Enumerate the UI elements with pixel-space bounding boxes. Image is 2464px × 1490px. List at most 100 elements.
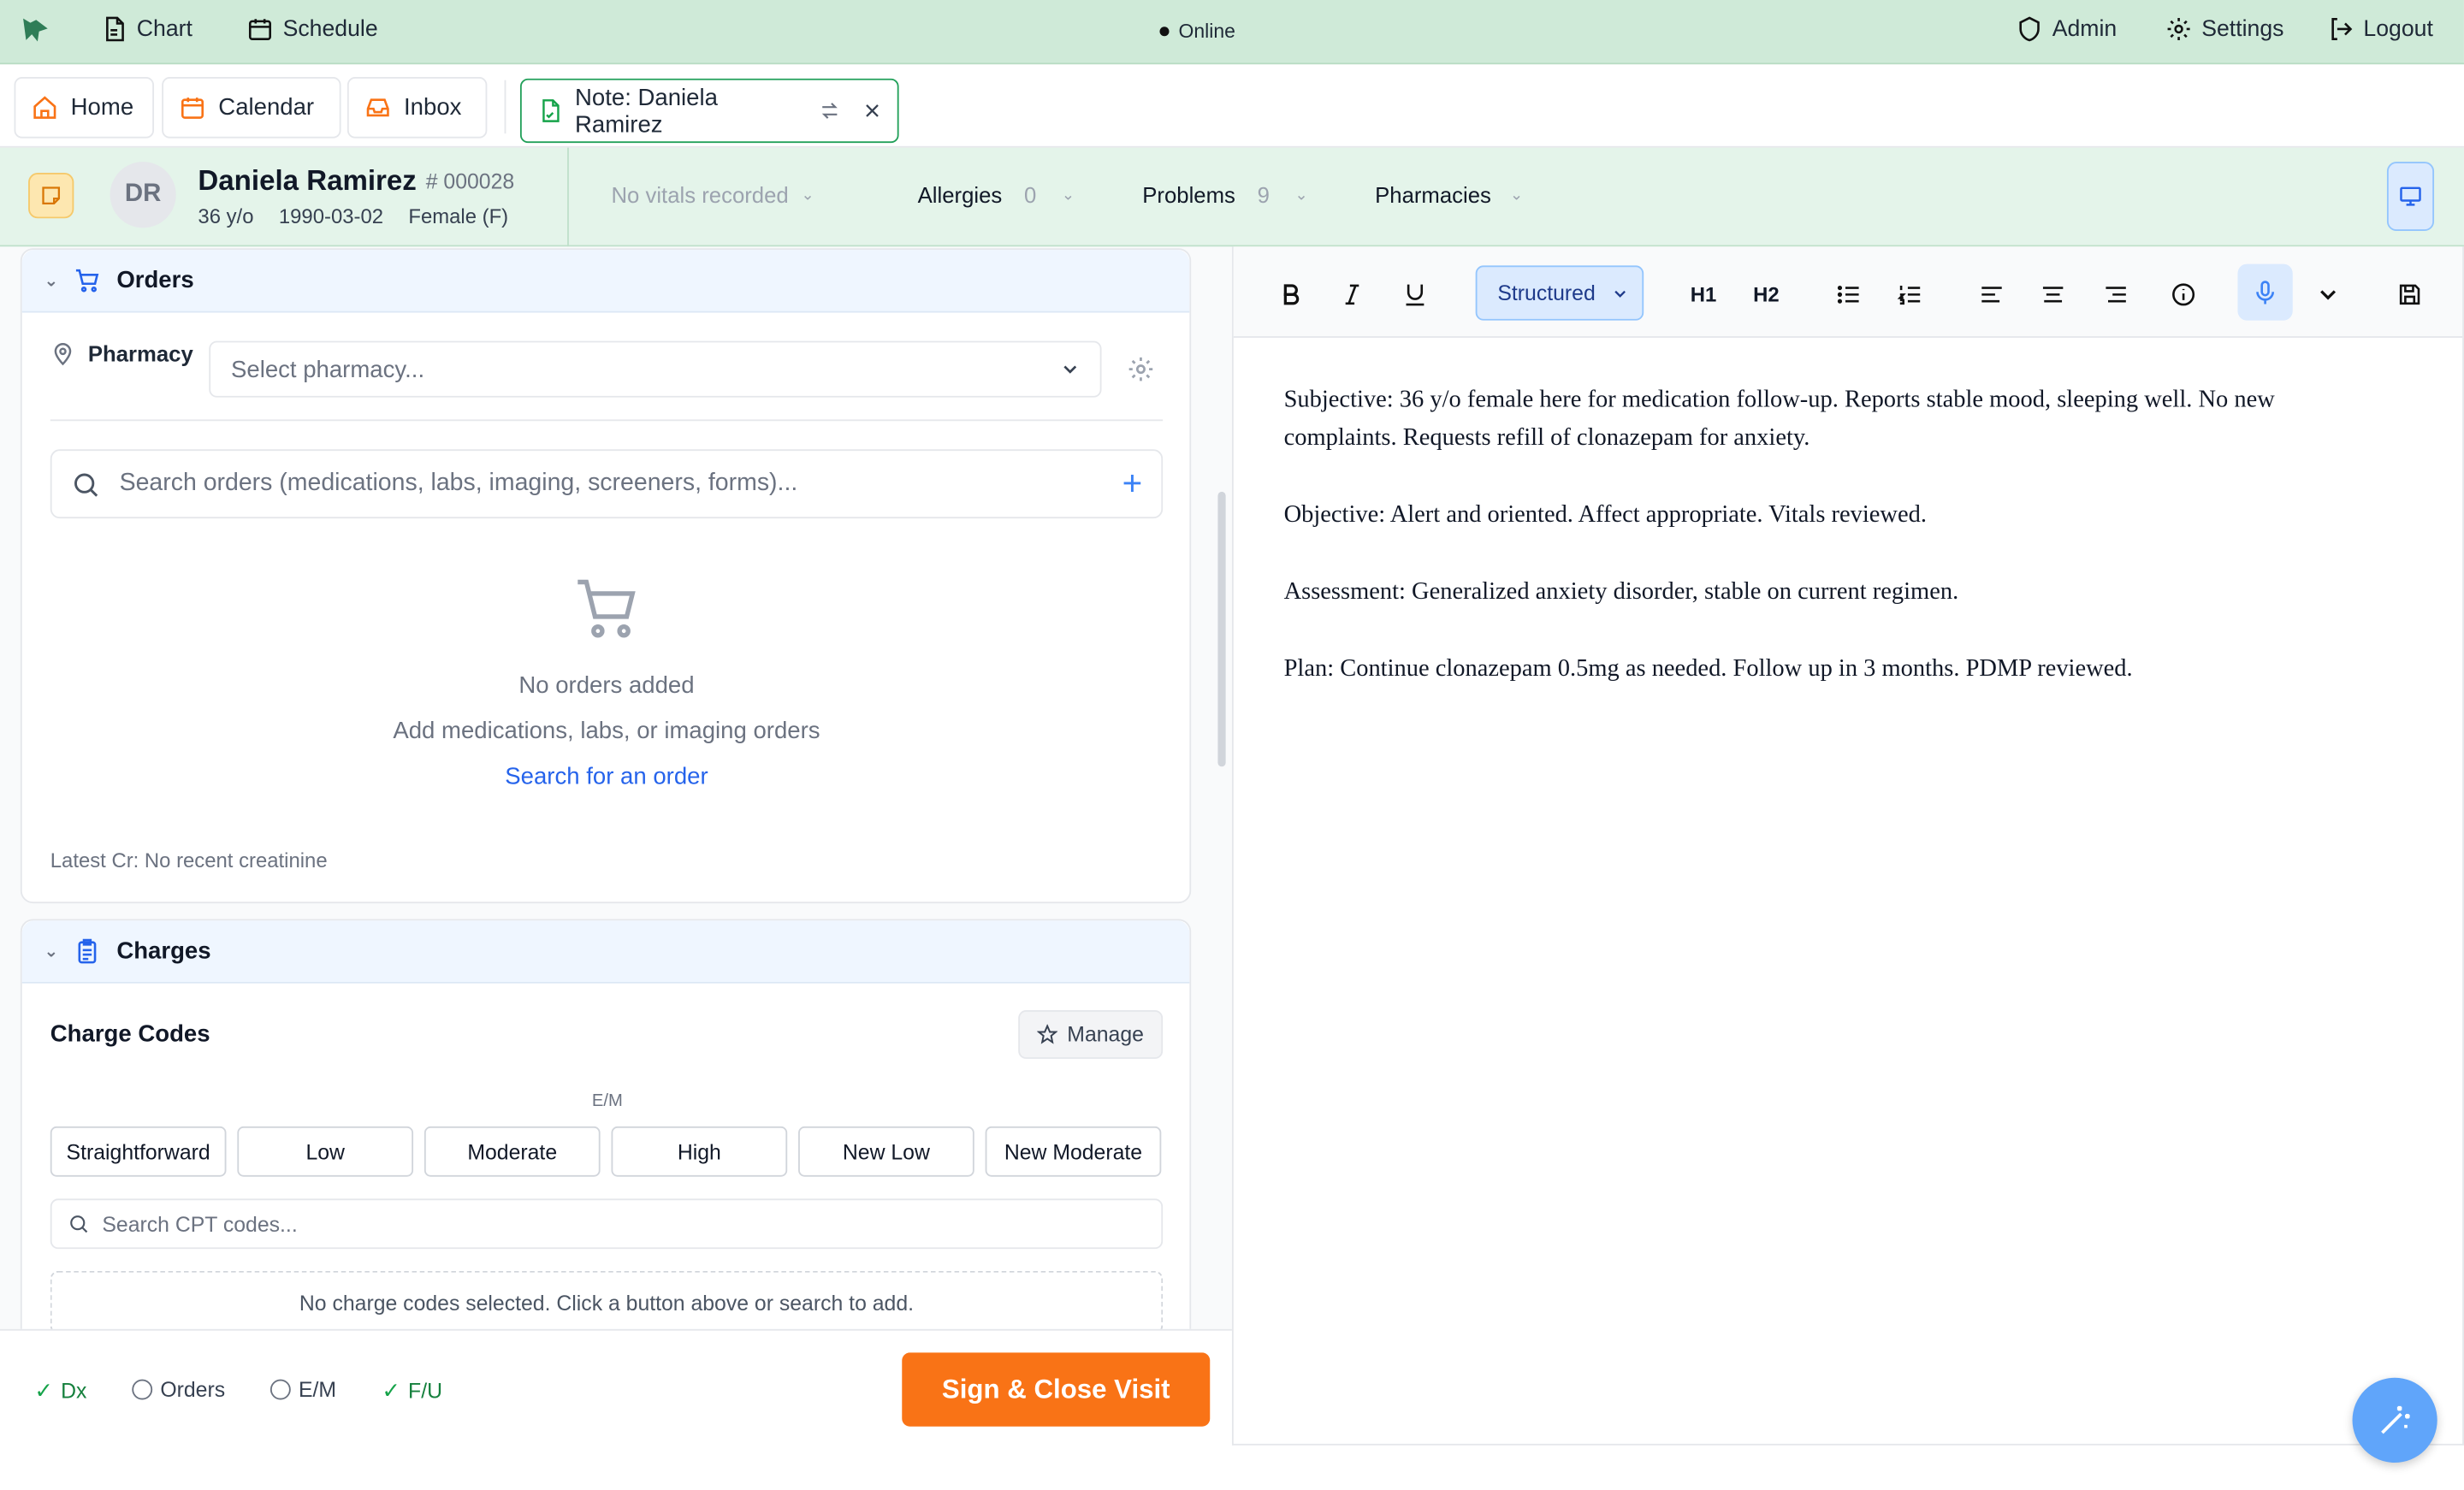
cpt-search-input[interactable]: Search CPT codes...	[50, 1198, 1164, 1250]
manage-button[interactable]: Manage	[1018, 1009, 1164, 1059]
dictation-options-button[interactable]	[2308, 275, 2346, 312]
visit-footer: ✓ Dx Orders E/M ✓ F/U Sign & Close Visit	[0, 1328, 1232, 1490]
allergies-count: 0	[1023, 182, 1037, 208]
note-content[interactable]: Subjective: 36 y/o female here for medic…	[1284, 381, 2384, 727]
pharmacy-select[interactable]: Select pharmacy...	[209, 340, 1102, 398]
pharmacy-label: Pharmacy	[87, 340, 193, 366]
checklist-fu-label: F/U	[408, 1379, 443, 1404]
search-icon	[70, 1215, 88, 1233]
align-center-button[interactable]	[2034, 275, 2071, 312]
tab-inbox[interactable]: Inbox	[346, 76, 488, 139]
swap-icon[interactable]	[819, 99, 841, 123]
document-icon	[106, 16, 124, 42]
chevron-down-icon	[1063, 365, 1077, 374]
checklist-dx: ✓ Dx	[34, 1378, 86, 1404]
allergies-dropdown[interactable]: Allergies 0 ⌄	[918, 182, 1075, 207]
add-order-icon[interactable]: +	[1122, 466, 1143, 500]
charges-empty-state: No charge codes selected. Click a button…	[50, 1270, 1164, 1329]
map-pin-icon	[54, 343, 72, 366]
problems-dropdown[interactable]: Problems 9 ⌄	[1142, 182, 1307, 207]
tab-calendar[interactable]: Calendar	[162, 76, 341, 139]
heading2-button[interactable]: H2	[1747, 275, 1785, 312]
vitals-dropdown[interactable]: No vitals recorded ⌄	[611, 182, 814, 207]
note-editor: Structured H1 H2 Subjective: 36 y/o fema…	[1231, 246, 2464, 1446]
align-right-icon	[2105, 286, 2125, 302]
divider	[50, 419, 1164, 422]
tab-note-label: Note: Daniela Ramirez	[575, 84, 718, 138]
tab-calendar-label: Calendar	[218, 94, 315, 121]
home-icon	[33, 96, 56, 119]
bold-icon	[1282, 283, 1299, 305]
format-select[interactable]: Structured	[1475, 265, 1644, 321]
status-dot-icon	[1159, 27, 1170, 37]
underline-button[interactable]	[1395, 275, 1433, 312]
em-new-moderate-button[interactable]: New Moderate	[985, 1126, 1162, 1177]
charge-codes-title: Charge Codes	[50, 1020, 210, 1049]
nav-logout[interactable]: Logout	[2327, 15, 2433, 42]
charges-title: Charges	[116, 937, 211, 965]
gear-icon[interactable]	[1127, 355, 1155, 383]
numbered-list-button[interactable]	[1891, 275, 1928, 312]
ai-assist-button[interactable]	[2352, 1377, 2437, 1463]
em-moderate-button[interactable]: Moderate	[424, 1126, 601, 1177]
inbox-icon	[366, 98, 389, 117]
nav-chart[interactable]: Chart	[101, 15, 192, 42]
sign-close-visit-button[interactable]: Sign & Close Visit	[902, 1352, 1211, 1427]
avatar[interactable]: DR	[110, 162, 176, 228]
format-select-value: Structured	[1497, 281, 1596, 305]
chevron-down-icon	[2319, 289, 2336, 299]
bullet-list-icon	[1836, 285, 1858, 303]
nav-settings[interactable]: Settings	[2165, 15, 2283, 42]
nav-schedule-label: Schedule	[282, 16, 378, 42]
search-order-link[interactable]: Search for an order	[50, 764, 1163, 790]
tab-bar: Home Calendar Inbox Note: Daniela Ramire…	[0, 64, 2464, 148]
pharmacies-dropdown[interactable]: Pharmacies ⌄	[1375, 182, 1523, 207]
align-center-icon	[2042, 286, 2063, 302]
chevron-down-icon[interactable]: ⌄	[44, 941, 58, 961]
align-right-button[interactable]	[2096, 275, 2134, 312]
status-text: Online	[1178, 20, 1235, 43]
orders-header[interactable]: ⌄ Orders	[21, 250, 1190, 313]
connection-status: Online	[1159, 21, 1235, 43]
chevron-down-icon[interactable]: ⌄	[44, 270, 58, 291]
italic-button[interactable]	[1333, 275, 1371, 312]
nav-admin[interactable]: Admin	[2016, 15, 2117, 42]
circle-icon	[132, 1379, 153, 1400]
checklist-fu: ✓ F/U	[382, 1378, 442, 1404]
pharmacy-row: Pharmacy	[50, 341, 193, 366]
bullet-list-button[interactable]	[1829, 275, 1867, 312]
bold-button[interactable]	[1271, 275, 1309, 312]
em-new-low-button[interactable]: New Low	[798, 1126, 974, 1177]
orders-search-input[interactable]: Search orders (medications, labs, imagin…	[50, 449, 1164, 519]
left-panel-scrollbar[interactable]	[1217, 491, 1226, 767]
info-button[interactable]	[2164, 275, 2201, 312]
nav-logout-label: Logout	[2363, 16, 2433, 42]
close-icon[interactable]	[862, 101, 881, 121]
allergies-label: Allergies	[917, 182, 1003, 208]
editor-toolbar: Structured H1 H2	[1233, 246, 2463, 338]
orders-empty-subtitle: Add medications, labs, or imaging orders	[393, 718, 820, 745]
monitor-icon	[2400, 186, 2421, 206]
patient-name[interactable]: Daniela Ramirez	[198, 165, 416, 198]
charges-header[interactable]: ⌄ Charges	[21, 920, 1190, 984]
nav-chart-label: Chart	[136, 16, 192, 42]
patient-dob: 1990-03-02	[278, 204, 384, 228]
sticky-note-button[interactable]	[28, 173, 74, 219]
orders-empty-title: No orders added	[518, 672, 695, 700]
tab-home-label: Home	[70, 94, 134, 121]
em-straightforward-button[interactable]: Straightforward	[50, 1126, 227, 1177]
em-low-button[interactable]: Low	[237, 1126, 414, 1177]
tab-home[interactable]: Home	[14, 76, 154, 139]
display-toggle-button[interactable]	[2386, 162, 2435, 231]
check-icon: ✓	[382, 1377, 400, 1404]
tab-note[interactable]: Note: Daniela Ramirez	[519, 78, 899, 144]
heading1-button[interactable]: H1	[1685, 275, 1722, 312]
align-left-button[interactable]	[1972, 275, 2010, 312]
em-high-button[interactable]: High	[611, 1126, 788, 1177]
top-nav: Chart Schedule Online Admin Settings Log…	[0, 0, 2464, 65]
logo-icon[interactable]	[19, 15, 53, 49]
save-button[interactable]	[2390, 275, 2428, 312]
nav-schedule[interactable]: Schedule	[246, 15, 378, 42]
dictation-button[interactable]	[2237, 263, 2293, 321]
note-assessment: Assessment: Generalized anxiety disorder…	[1283, 577, 1959, 606]
